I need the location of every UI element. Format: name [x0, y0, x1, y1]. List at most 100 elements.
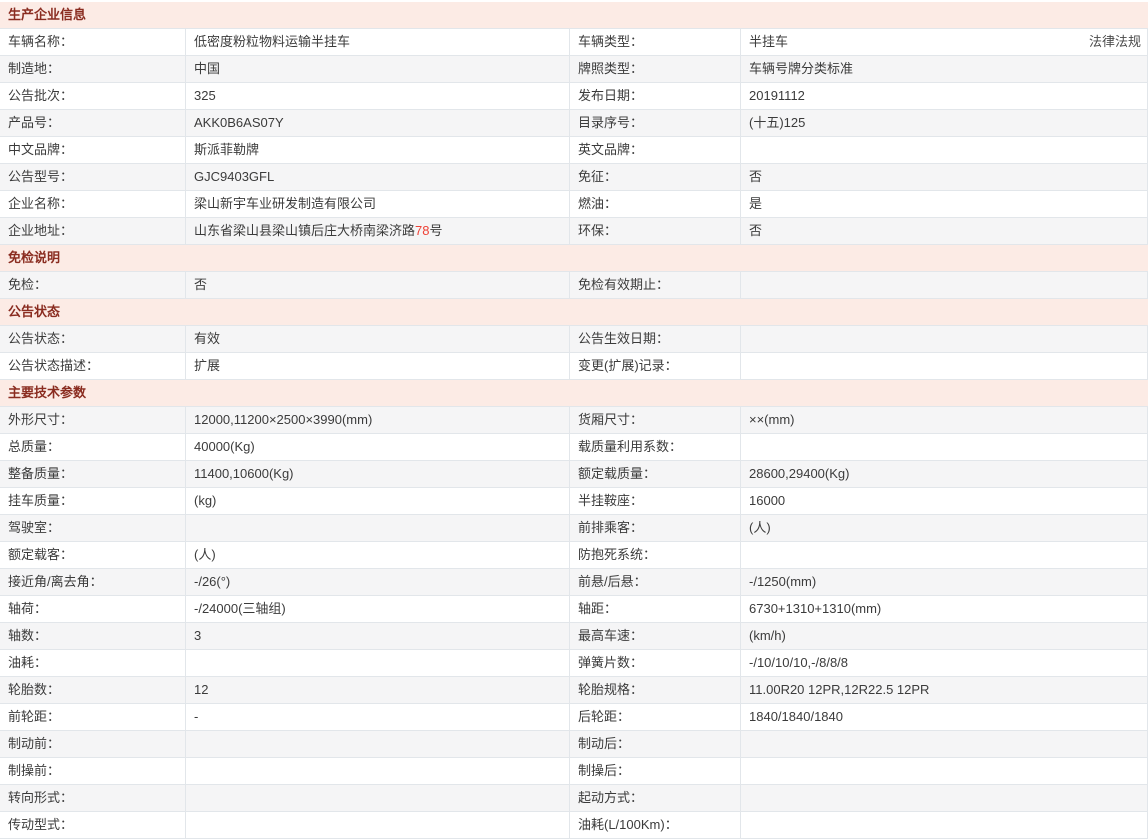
field-label: 企业名称：	[0, 191, 186, 217]
table-row: 公告状态：有效公告生效日期：	[0, 326, 1148, 353]
field-value: 28600,29400(Kg)	[741, 461, 1148, 487]
value-text: -/10/10/10,-/8/8/8	[749, 655, 848, 670]
field-label: 车辆名称：	[0, 29, 186, 55]
field-value: (十五)125	[741, 110, 1148, 136]
field-value: 20191112	[741, 83, 1148, 109]
field-label: 公告状态描述：	[0, 353, 186, 379]
value-text: 车辆号牌分类标准	[749, 61, 853, 76]
field-value: 6730+1310+1310(mm)	[741, 596, 1148, 622]
field-label: 公告批次：	[0, 83, 186, 109]
table-row: 公告型号：GJC9403GFL免征：否	[0, 164, 1148, 191]
field-label: 环保：	[570, 218, 741, 244]
field-label: 转向形式：	[0, 785, 186, 811]
value-text: 否	[749, 223, 762, 238]
value-text: 号	[429, 223, 442, 238]
field-value	[741, 758, 1148, 784]
field-value: 325	[186, 83, 570, 109]
field-value	[186, 650, 570, 676]
table-row: 轴荷：-/24000(三轴组)轴距：6730+1310+1310(mm)	[0, 596, 1148, 623]
field-value: 半挂车 法律法规	[741, 29, 1148, 55]
field-value: GJC9403GFL	[186, 164, 570, 190]
field-value	[186, 758, 570, 784]
field-label: 发布日期：	[570, 83, 741, 109]
value-text: 6730+1310+1310(mm)	[749, 601, 881, 616]
field-value	[741, 542, 1148, 568]
field-value: (人)	[186, 542, 570, 568]
field-label: 防抱死系统：	[570, 542, 741, 568]
field-value: (人)	[741, 515, 1148, 541]
table-row: 制造地：中国牌照类型：车辆号牌分类标准	[0, 56, 1148, 83]
field-label: 制动前：	[0, 731, 186, 757]
field-value	[741, 137, 1148, 163]
field-label: 前悬/后悬：	[570, 569, 741, 595]
value-text: -/1250(mm)	[749, 574, 816, 589]
table-row: 制操前：制操后：	[0, 758, 1148, 785]
table-row: 企业地址：山东省梁山县梁山镇后庄大桥南梁济路78号环保：否	[0, 218, 1148, 245]
section: 生产企业信息车辆名称：低密度粉粒物料运输半挂车车辆类型：半挂车法律法规制造地：中…	[0, 2, 1148, 245]
value-text: 16000	[749, 493, 785, 508]
field-label: 牌照类型：	[570, 56, 741, 82]
field-label: 制动后：	[570, 731, 741, 757]
field-value: -/1250(mm)	[741, 569, 1148, 595]
table-row: 挂车质量：(kg)半挂鞍座：16000	[0, 488, 1148, 515]
value-text: 半挂车	[749, 34, 788, 49]
field-value	[186, 731, 570, 757]
field-label: 轮胎数：	[0, 677, 186, 703]
field-label: 最高车速：	[570, 623, 741, 649]
field-label: 产品号：	[0, 110, 186, 136]
field-value	[741, 272, 1148, 298]
field-value: 中国	[186, 56, 570, 82]
field-value: 否	[741, 164, 1148, 190]
field-label: 传动型式：	[0, 812, 186, 838]
table-row: 制动前： 制动后：	[0, 731, 1148, 758]
field-value: 3	[186, 623, 570, 649]
value-text: (人)	[749, 520, 771, 535]
field-label: 英文品牌：	[570, 137, 741, 163]
field-label: 中文品牌：	[0, 137, 186, 163]
field-label: 公告生效日期：	[570, 326, 741, 352]
field-label: 额定载质量：	[570, 461, 741, 487]
field-label: 后轮距：	[570, 704, 741, 730]
field-label: 轴距：	[570, 596, 741, 622]
section: 主要技术参数外形尺寸：12000,11200×2500×3990(mm)货厢尺寸…	[0, 380, 1148, 839]
field-label: 前排乘客：	[570, 515, 741, 541]
field-label: 油耗：	[0, 650, 186, 676]
field-value: 40000(Kg)	[186, 434, 570, 460]
field-value: 否	[741, 218, 1148, 244]
field-label: 免征：	[570, 164, 741, 190]
field-label: 接近角/离去角：	[0, 569, 186, 595]
vehicle-info-table: 生产企业信息车辆名称：低密度粉粒物料运输半挂车车辆类型：半挂车法律法规制造地：中…	[0, 2, 1148, 839]
section-title: 生产企业信息	[0, 2, 1148, 29]
field-value	[741, 434, 1148, 460]
field-value: 是	[741, 191, 1148, 217]
field-value: -/24000(三轴组)	[186, 596, 570, 622]
field-value: 梁山新宇车业研发制造有限公司	[186, 191, 570, 217]
field-value: 11.00R20 12PR,12R22.5 12PR	[741, 677, 1148, 703]
field-value: 有效	[186, 326, 570, 352]
field-label: 整备质量：	[0, 461, 186, 487]
field-label: 制操后：	[570, 758, 741, 784]
field-value	[741, 731, 1148, 757]
table-row: 接近角/离去角：-/26(°)前悬/后悬：-/1250(mm)	[0, 569, 1148, 596]
field-value	[186, 812, 570, 838]
laws-regulations-link[interactable]: 法律法规	[1089, 29, 1141, 55]
table-row: 轴数：3最高车速：(km/h)	[0, 623, 1148, 650]
field-label: 前轮距：	[0, 704, 186, 730]
section: 公告状态公告状态：有效公告生效日期：公告状态描述：扩展变更(扩展)记录：	[0, 299, 1148, 380]
table-row: 额定载客：(人)防抱死系统：	[0, 542, 1148, 569]
field-label: 公告状态：	[0, 326, 186, 352]
value-text: 是	[749, 196, 762, 211]
value-text: 20191112	[749, 88, 805, 103]
table-row: 前轮距：-后轮距：1840/1840/1840	[0, 704, 1148, 731]
field-value: -	[186, 704, 570, 730]
table-row: 整备质量：11400,10600(Kg)额定载质量：28600,29400(Kg…	[0, 461, 1148, 488]
field-label: 轴数：	[0, 623, 186, 649]
field-value: 16000	[741, 488, 1148, 514]
field-label: 总质量：	[0, 434, 186, 460]
table-row: 企业名称：梁山新宇车业研发制造有限公司燃油：是	[0, 191, 1148, 218]
field-label: 公告型号：	[0, 164, 186, 190]
field-value	[186, 515, 570, 541]
field-value: 否	[186, 272, 570, 298]
table-row: 车辆名称：低密度粉粒物料运输半挂车车辆类型：半挂车法律法规	[0, 29, 1148, 56]
field-value	[186, 785, 570, 811]
